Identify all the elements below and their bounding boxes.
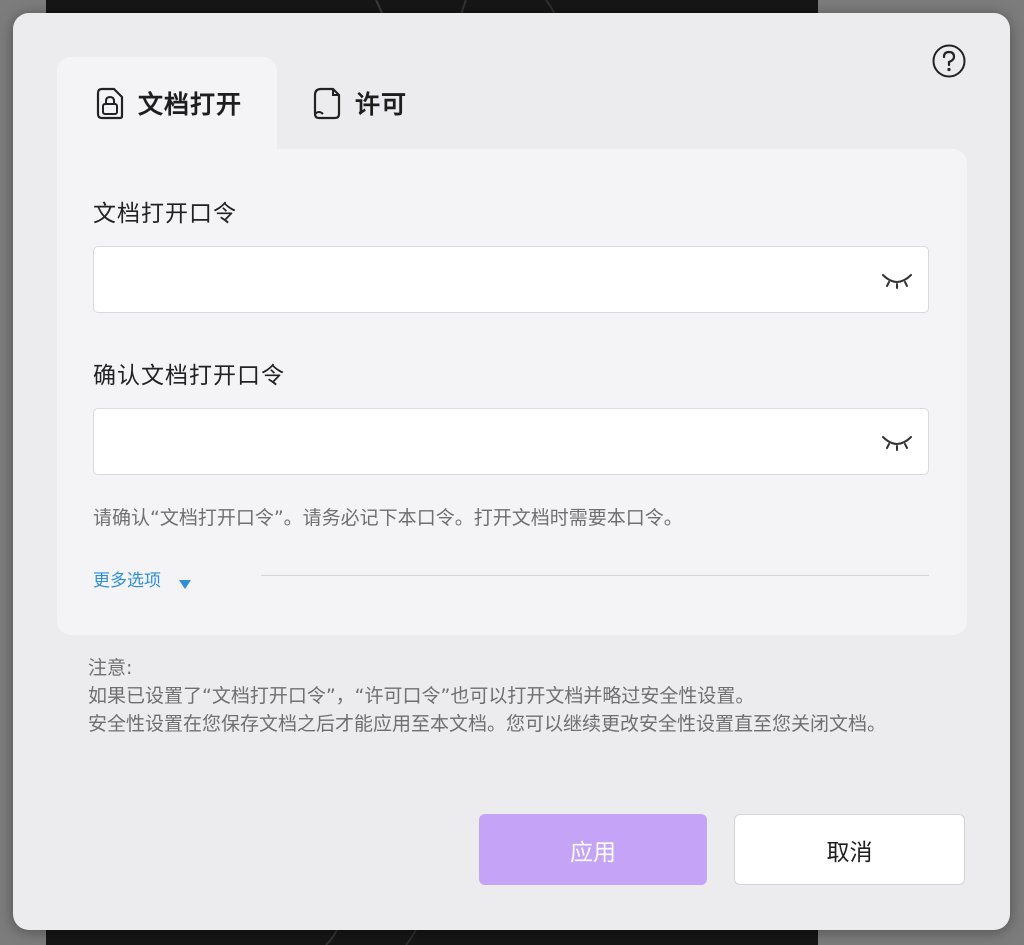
eye-closed-icon[interactable] xyxy=(880,265,914,295)
open-password-input[interactable] xyxy=(108,247,872,314)
open-password-label: 文档打开口令 xyxy=(93,201,237,227)
more-options-toggle[interactable]: 更多选项 xyxy=(93,566,191,591)
confirm-password-field[interactable] xyxy=(93,408,929,476)
tab-permission[interactable]: 许可 xyxy=(303,57,463,149)
tab-permission-label: 许可 xyxy=(355,90,408,119)
note-line-2: 安全性设置在您保存文档之后才能应用至本文档。您可以继续更改安全性设置直至您关闭文… xyxy=(88,713,887,735)
security-dialog: 文档打开 许可 文档打开口令 确认文档打开口令 请确认“文档打开口令”。请务必记… xyxy=(13,13,1010,930)
open-password-field[interactable] xyxy=(93,246,929,314)
document-open-panel: 文档打开口令 确认文档打开口令 请确认“文档打开口令”。请务必记下本口令。打开文… xyxy=(57,149,967,635)
apply-button[interactable]: 应用 xyxy=(479,814,707,885)
note-title: 注意: xyxy=(88,657,133,679)
eye-closed-icon[interactable] xyxy=(880,427,914,457)
cancel-button[interactable]: 取消 xyxy=(734,814,965,885)
tab-document-open[interactable]: 文档打开 xyxy=(57,57,277,149)
document-icon xyxy=(309,85,345,121)
confirm-password-label: 确认文档打开口令 xyxy=(93,363,285,389)
note-line-1: 如果已设置了“文档打开口令”，“许可口令”也可以打开文档并略过安全性设置。 xyxy=(88,685,755,707)
more-options-label: 更多选项 xyxy=(93,571,161,591)
tab-document-open-label: 文档打开 xyxy=(138,90,243,119)
caret-down-icon xyxy=(179,574,191,589)
more-options-divider xyxy=(261,575,929,576)
lock-document-icon xyxy=(92,85,128,121)
confirm-password-input[interactable] xyxy=(108,409,872,476)
password-hint: 请确认“文档打开口令”。请务必记下本口令。打开文档时需要本口令。 xyxy=(93,507,683,529)
security-note: 注意: 如果已设置了“文档打开口令”，“许可口令”也可以打开文档并略过安全性设置… xyxy=(88,654,978,738)
help-icon[interactable] xyxy=(931,43,967,79)
